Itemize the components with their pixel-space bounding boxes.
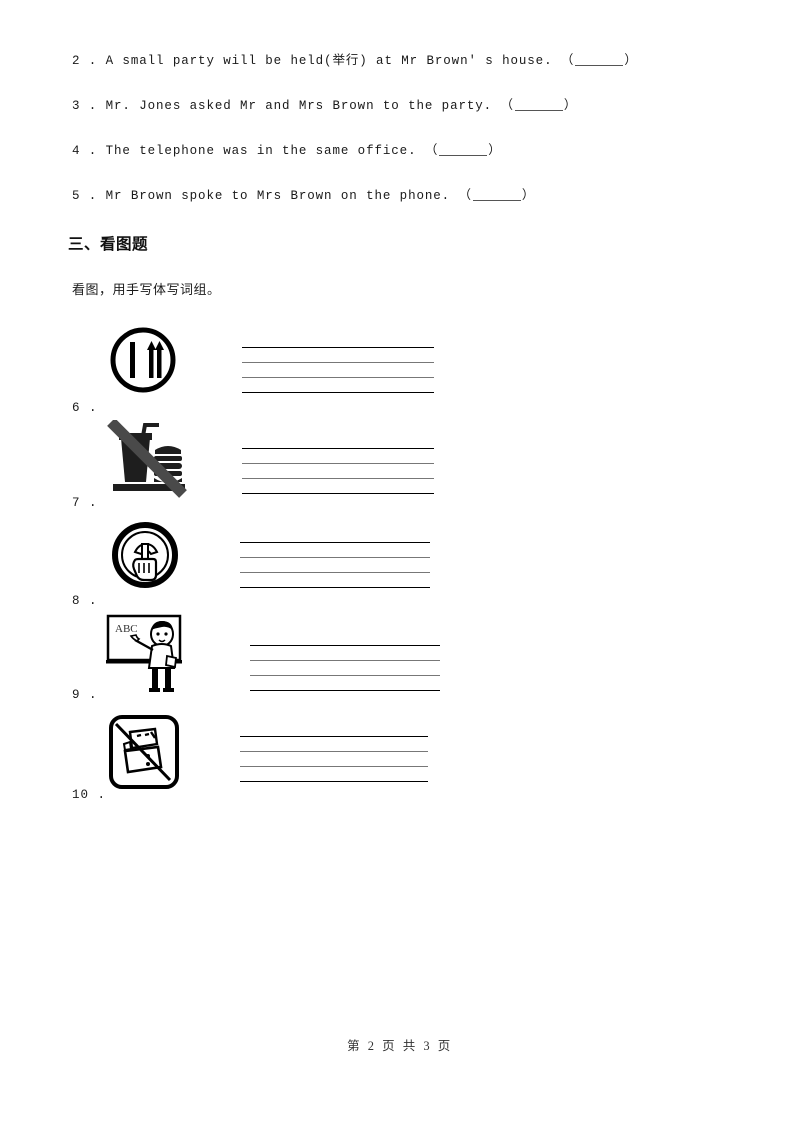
svg-text:ABC: ABC bbox=[115, 623, 138, 635]
handwriting-guide-lines[interactable] bbox=[240, 736, 428, 782]
guide-line bbox=[240, 557, 430, 558]
guide-line bbox=[240, 766, 428, 767]
guide-line bbox=[240, 587, 430, 588]
question-number: 7 . bbox=[72, 496, 98, 510]
answer-paren-open: （ bbox=[500, 99, 514, 113]
guide-line bbox=[240, 751, 428, 752]
guide-line bbox=[242, 347, 434, 348]
page-footer: 第 2 页 共 3 页 bbox=[347, 1039, 453, 1053]
guide-line bbox=[250, 660, 440, 661]
question-number: 6 . bbox=[72, 401, 98, 415]
handwriting-guide-lines[interactable] bbox=[240, 542, 430, 588]
guide-line bbox=[240, 736, 428, 737]
statement-number: 5 . bbox=[72, 189, 98, 203]
handwriting-guide-lines[interactable] bbox=[242, 448, 434, 494]
answer-paren-open: （ bbox=[424, 144, 439, 158]
statement-text: A small party will be held(举行) at Mr Bro… bbox=[105, 54, 553, 68]
guide-line bbox=[242, 362, 434, 363]
answer-paren-open: （ bbox=[458, 189, 472, 203]
statement-number: 2 . bbox=[72, 54, 98, 68]
picture-question-10: 10 . bbox=[60, 712, 760, 804]
statement-row: 3 . Mr. Jones asked Mr and Mrs Brown to … bbox=[72, 93, 732, 138]
statement-row: 4 . The telephone was in the same office… bbox=[72, 138, 732, 183]
question-number: 10 . bbox=[72, 788, 107, 802]
picture-question-6: 6 . bbox=[60, 325, 760, 417]
no-litter-papers-square-icon bbox=[108, 714, 180, 790]
handwriting-guide-lines[interactable] bbox=[250, 645, 440, 691]
question-number: 9 . bbox=[72, 688, 98, 702]
answer-blank[interactable] bbox=[472, 200, 521, 201]
statement-number: 4 . bbox=[72, 144, 98, 158]
guide-line bbox=[242, 493, 434, 494]
guide-line bbox=[240, 781, 428, 782]
picture-question-8: 8 . bbox=[60, 518, 760, 610]
guide-line bbox=[240, 542, 430, 543]
picture-question-9: 9 . ABC bbox=[60, 612, 760, 704]
teacher-at-blackboard-icon: ABC bbox=[105, 612, 195, 694]
statement-number: 3 . bbox=[72, 99, 98, 113]
guide-line bbox=[242, 448, 434, 449]
answer-paren-open: （ bbox=[560, 54, 575, 68]
statement-text: Mr. Jones asked Mr and Mrs Brown to the … bbox=[105, 99, 493, 113]
guide-line bbox=[242, 478, 434, 479]
guide-line bbox=[250, 675, 440, 676]
question-number: 8 . bbox=[72, 594, 98, 608]
section-heading-picture: 三、看图题 bbox=[68, 235, 149, 253]
answer-paren-close: ） bbox=[488, 144, 502, 158]
answer-blank[interactable] bbox=[575, 65, 624, 66]
section-instruction: 看图，用手写体写词组。 bbox=[72, 282, 221, 297]
statement-text: The telephone was in the same office. bbox=[105, 144, 417, 158]
restaurant-knife-fork-circle-icon bbox=[105, 325, 187, 405]
answer-blank[interactable] bbox=[514, 110, 563, 111]
answer-paren-close: ） bbox=[624, 54, 638, 68]
guide-line bbox=[250, 690, 440, 691]
no-littering-hand-circle-icon bbox=[105, 518, 187, 598]
answer-paren-close: ） bbox=[521, 189, 536, 203]
statement-row: 2 . A small party will be held(举行) at Mr… bbox=[72, 48, 732, 93]
answer-paren-close: ） bbox=[563, 99, 578, 113]
no-food-or-drink-icon bbox=[105, 420, 187, 500]
guide-line bbox=[242, 392, 434, 393]
guide-line bbox=[242, 377, 434, 378]
true-false-statement-list: 2 . A small party will be held(举行) at Mr… bbox=[72, 48, 732, 228]
guide-line bbox=[242, 463, 434, 464]
statement-row: 5 . Mr Brown spoke to Mrs Brown on the p… bbox=[72, 183, 732, 228]
answer-blank[interactable] bbox=[439, 155, 488, 156]
handwriting-guide-lines[interactable] bbox=[242, 347, 434, 393]
picture-question-7: 7 . bbox=[60, 420, 760, 512]
guide-line bbox=[250, 645, 440, 646]
statement-text: Mr Brown spoke to Mrs Brown on the phone… bbox=[105, 189, 451, 203]
guide-line bbox=[240, 572, 430, 573]
